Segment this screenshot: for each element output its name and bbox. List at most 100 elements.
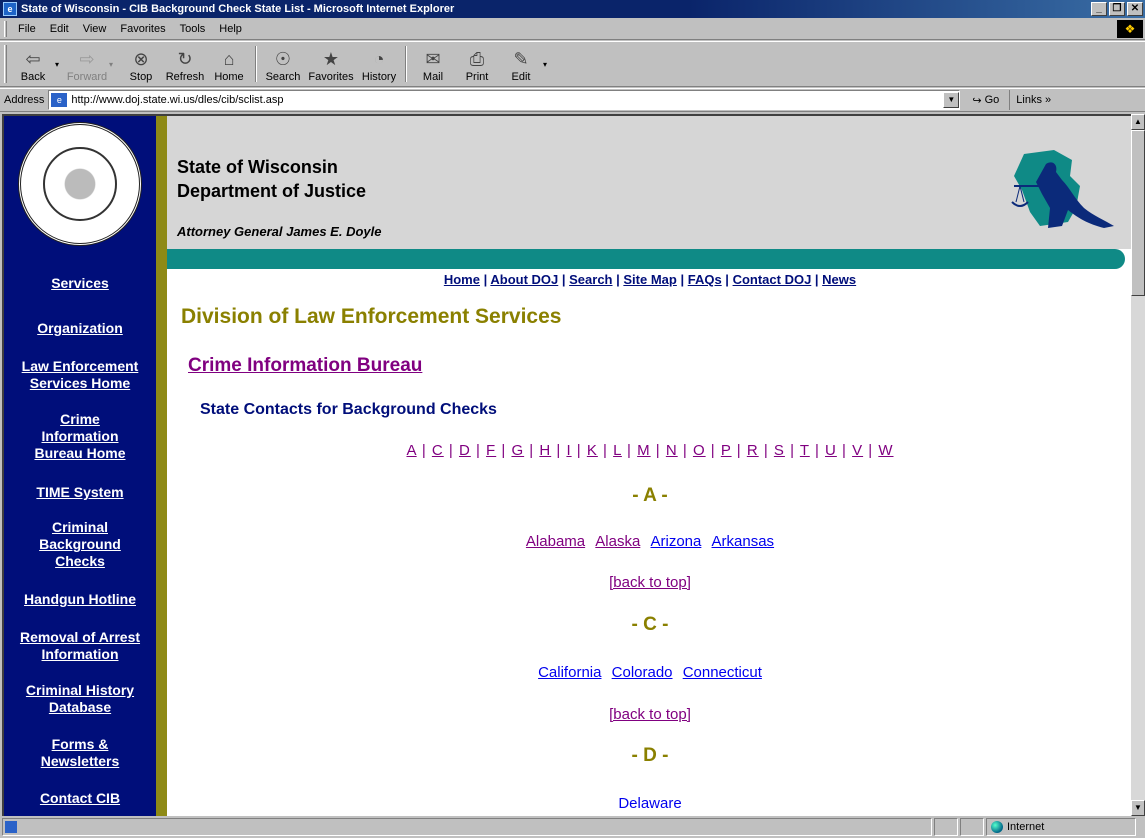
letter-link[interactable]: R [747, 442, 759, 459]
bureau-link[interactable]: Crime Information Bureau [188, 355, 422, 377]
status-message [2, 818, 932, 836]
letter-link[interactable]: H [539, 442, 551, 459]
stop-button[interactable]: ⊗ Stop [119, 42, 163, 86]
refresh-button[interactable]: ↻ Refresh [163, 42, 207, 86]
letter-link[interactable]: N [666, 442, 678, 459]
sidebar-item-forms-newsletters[interactable]: Forms & Newsletters [4, 736, 156, 770]
nav-contact-doj[interactable]: Contact DOJ [733, 272, 812, 287]
page-done-icon [5, 821, 17, 833]
letter-link[interactable]: M [637, 442, 651, 459]
search-icon: ☉ [274, 49, 292, 69]
sidebar-item-contact-cib[interactable]: Contact CIB [4, 790, 156, 807]
links-button[interactable]: Links » [1009, 90, 1051, 110]
edit-button[interactable]: ✎ Edit [499, 42, 543, 86]
favorites-button[interactable]: ★ Favorites [305, 42, 357, 86]
org-name-line2: Department of Justice [177, 181, 367, 201]
mail-button[interactable]: ✉ Mail [411, 42, 455, 86]
sidebar-item-services[interactable]: Services [4, 275, 156, 292]
go-label: Go [984, 94, 1000, 106]
sidebar-item-background-checks[interactable]: Criminal Background Checks [4, 519, 156, 570]
toolbar-grip[interactable] [4, 45, 7, 83]
state-link[interactable]: California [538, 664, 601, 681]
history-button[interactable]: ◔ History [357, 42, 401, 86]
letter-link[interactable]: I [566, 442, 571, 459]
contacts-heading: State Contacts for Background Checks [200, 401, 497, 418]
title-bar: e State of Wisconsin - CIB Background Ch… [0, 0, 1145, 18]
refresh-label: Refresh [165, 71, 205, 83]
state-link[interactable]: Arizona [651, 533, 702, 550]
stop-label: Stop [129, 71, 153, 83]
edit-icon: ✎ [513, 49, 529, 69]
letter-link[interactable]: U [825, 442, 837, 459]
scroll-down-arrow-icon[interactable]: ▼ [1131, 800, 1145, 816]
back-to-top-link[interactable]: [back to top] [167, 706, 1131, 723]
letter-link[interactable]: O [693, 442, 706, 459]
menu-help[interactable]: Help [212, 23, 249, 35]
back-dropdown[interactable]: ▾ [55, 42, 65, 86]
nav-home[interactable]: Home [444, 272, 480, 287]
state-link[interactable]: Arkansas [712, 533, 775, 550]
sidebar-item-removal-of-arrest[interactable]: Removal of Arrest Information [4, 629, 156, 663]
print-button[interactable]: ⎙ Print [455, 42, 499, 86]
state-link[interactable]: Delaware [618, 795, 681, 812]
home-button[interactable]: ⌂ Home [207, 42, 251, 86]
state-link[interactable]: Connecticut [683, 664, 762, 681]
scroll-thumb[interactable] [1131, 130, 1145, 296]
letter-link[interactable]: V [852, 442, 863, 459]
top-navigation: Home | About DOJ | Search | Site Map | F… [443, 272, 857, 287]
letter-link[interactable]: K [587, 442, 598, 459]
letter-link[interactable]: S [774, 442, 785, 459]
letter-link[interactable]: G [511, 442, 524, 459]
letter-link[interactable]: L [613, 442, 622, 459]
address-input[interactable]: e http://www.doj.state.wi.us/dles/cib/sc… [48, 90, 961, 110]
back-button[interactable]: ⇦ Back [11, 42, 55, 86]
sidebar-item-organization[interactable]: Organization [4, 320, 156, 337]
nav-faqs[interactable]: FAQs [688, 272, 722, 287]
menu-view[interactable]: View [76, 23, 114, 35]
sidebar-item-cib-home[interactable]: Crime Information Bureau Home [4, 411, 156, 462]
menu-favorites[interactable]: Favorites [113, 23, 172, 35]
forward-button[interactable]: ⇨ Forward [65, 42, 109, 86]
letter-link[interactable]: P [721, 442, 732, 459]
sidebar-item-law-enforcement-home[interactable]: Law Enforcement Services Home [4, 358, 156, 392]
attorney-general-name: Attorney General James E. Doyle [177, 224, 382, 239]
letter-link[interactable]: W [878, 442, 893, 459]
state-link[interactable]: Alaska [595, 533, 640, 550]
vertical-scrollbar[interactable]: ▲ ▼ [1131, 114, 1145, 816]
address-dropdown[interactable]: ▼ [943, 92, 960, 108]
state-link[interactable]: Alabama [526, 533, 585, 550]
go-arrow-icon: ↪ [972, 94, 982, 107]
letter-link[interactable]: C [432, 442, 444, 459]
nav-site-map[interactable]: Site Map [623, 272, 676, 287]
scroll-up-arrow-icon[interactable]: ▲ [1131, 114, 1145, 130]
letter-link[interactable]: F [486, 442, 496, 459]
ie-app-icon[interactable]: e [3, 2, 17, 16]
menu-tools[interactable]: Tools [173, 23, 213, 35]
menu-edit[interactable]: Edit [43, 23, 76, 35]
minimize-button[interactable]: _ [1091, 2, 1107, 16]
state-link[interactable]: Colorado [612, 664, 673, 681]
history-icon: ◔ [373, 49, 385, 69]
close-button[interactable]: ✕ [1127, 2, 1143, 16]
restore-button[interactable]: ❐ [1109, 2, 1125, 16]
search-button[interactable]: ☉ Search [261, 42, 305, 86]
edit-dropdown[interactable]: ▾ [543, 42, 553, 86]
header-teal-strip [167, 249, 1125, 269]
menubar-grip[interactable] [4, 20, 7, 37]
nav-about-doj[interactable]: About DOJ [490, 272, 558, 287]
address-url[interactable]: http://www.doj.state.wi.us/dles/cib/scli… [71, 94, 943, 106]
sidebar-item-handgun-hotline[interactable]: Handgun Hotline [4, 591, 156, 608]
letter-link[interactable]: T [800, 442, 810, 459]
forward-dropdown[interactable]: ▾ [109, 42, 119, 86]
stop-icon: ⊗ [133, 49, 149, 69]
status-bar: Internet [0, 816, 1145, 838]
go-button[interactable]: ↪ Go [966, 94, 1005, 107]
menu-file[interactable]: File [11, 23, 43, 35]
letter-link[interactable]: A [406, 442, 416, 459]
back-to-top-link[interactable]: [back to top] [167, 574, 1131, 591]
sidebar-item-time-system[interactable]: TIME System [4, 484, 156, 501]
nav-news[interactable]: News [822, 272, 856, 287]
sidebar-item-criminal-history-database[interactable]: Criminal History Database [4, 682, 156, 716]
letter-link[interactable]: D [459, 442, 471, 459]
nav-search[interactable]: Search [569, 272, 612, 287]
